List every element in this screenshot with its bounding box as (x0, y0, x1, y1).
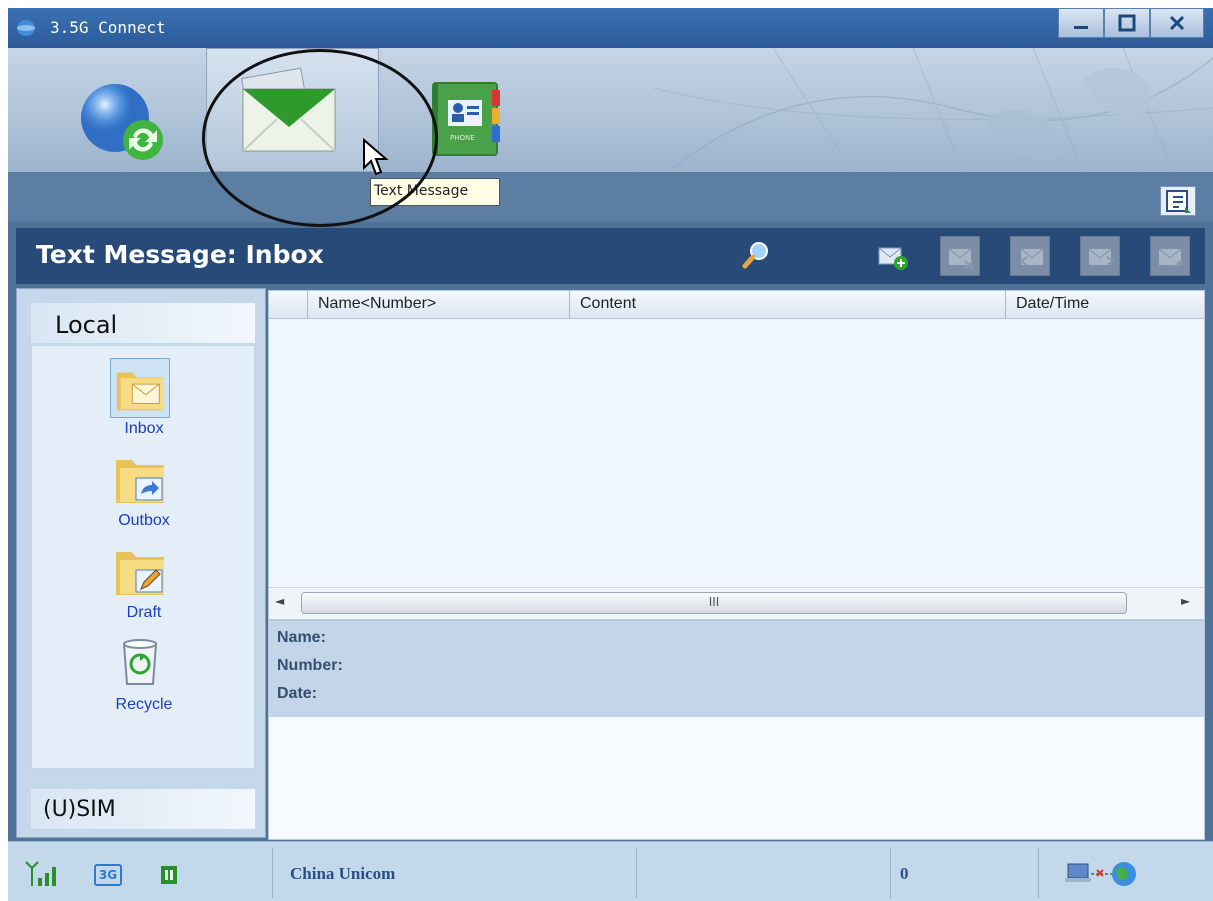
title-bar[interactable]: 3.5G Connect (8, 8, 1213, 48)
scroll-left-arrow-icon[interactable]: ◄ (275, 594, 291, 612)
close-icon (1169, 15, 1185, 31)
local-section-header[interactable]: Local (31, 303, 255, 343)
window-title: 3.5G Connect (50, 18, 166, 37)
panel-layout-icon (1166, 190, 1191, 213)
search-button[interactable] (736, 236, 776, 276)
toolbar-subbar (8, 172, 1213, 222)
resend-icon (1158, 248, 1183, 267)
sidebar-item-label: Inbox (124, 420, 164, 437)
scroll-right-arrow-icon[interactable]: ► (1181, 594, 1197, 612)
detail-date-label: Date: (277, 685, 318, 702)
reply-icon (1019, 248, 1044, 266)
status-separator (1038, 848, 1039, 898)
maximize-button[interactable] (1104, 8, 1150, 38)
detail-number-label: Number: (277, 657, 343, 674)
sidebar-item-label: Draft (126, 604, 162, 621)
list-header: Name<Number> Content Date/Time (269, 291, 1204, 319)
mouse-cursor-icon (363, 138, 389, 176)
maximize-icon (1118, 14, 1136, 32)
forward-button[interactable] (1080, 236, 1120, 276)
sidebar-item-recycle[interactable]: Recycle (32, 634, 256, 724)
search-icon (742, 242, 768, 269)
new-message-icon (878, 247, 908, 270)
folder-list: Inbox Outbox Draft Recycle (31, 345, 255, 769)
delete-message-button[interactable] (940, 236, 980, 276)
draft-folder-icon (116, 552, 164, 595)
column-header-name[interactable]: Name<Number> (307, 291, 569, 319)
sidebar-item-outbox[interactable]: Outbox (32, 450, 256, 540)
sidebar-item-label: Outbox (118, 512, 170, 529)
local-label: Local (55, 311, 118, 339)
status-separator (636, 848, 637, 898)
inbox-folder-icon (110, 358, 170, 418)
world-map-background (653, 48, 1213, 172)
status-separator (272, 848, 273, 898)
phonebook-icon-label: PHONE (450, 134, 475, 142)
message-list: Name<Number> Content Date/Time ◄ III ► (268, 290, 1205, 620)
sidebar-item-inbox[interactable]: Inbox (32, 358, 256, 448)
resend-button[interactable] (1150, 236, 1190, 276)
connection-status-icon (1065, 862, 1136, 886)
forward-icon (1088, 248, 1115, 266)
delete-message-icon (948, 248, 974, 270)
view-toggle-button[interactable] (1160, 186, 1196, 216)
page-title: Text Message: Inbox (36, 240, 324, 269)
scrollbar-grip: III (708, 595, 720, 609)
network-type-badge: 3G (94, 864, 122, 886)
operator-name: China Unicom (290, 864, 396, 883)
minimize-icon (1074, 26, 1088, 29)
main-toolbar: PHONE (8, 48, 1213, 172)
outbox-folder-icon (116, 460, 164, 503)
globe-refresh-icon (81, 84, 163, 160)
sidebar-item-label: Recycle (115, 696, 173, 713)
detail-info-panel: Name: Number: Date: (269, 621, 1204, 717)
message-count: 0 (900, 864, 909, 883)
sim-label: (U)SIM (43, 797, 116, 822)
signal-strength-icon (25, 861, 56, 886)
annotation-circle (202, 49, 438, 227)
minimize-button[interactable] (1058, 8, 1104, 38)
reply-button[interactable] (1010, 236, 1050, 276)
app-window: 3.5G Connect PHONE Text Message Text Mes… (8, 8, 1213, 901)
scrollbar-thumb[interactable]: III (301, 592, 1127, 614)
message-detail: Name: Number: Date: (268, 620, 1205, 840)
sidebar-item-draft[interactable]: Draft (32, 542, 256, 632)
status-bar: 3G China Unicom 0 (8, 841, 1213, 901)
column-header-datetime[interactable]: Date/Time (1005, 291, 1204, 319)
column-header-content[interactable]: Content (569, 291, 1005, 319)
detail-name-label: Name: (277, 629, 326, 646)
folder-sidebar: Local Inbox Outbox Draft Recycle (U)SIM (16, 288, 266, 838)
list-body[interactable] (269, 319, 1204, 587)
recycle-bin-icon (122, 639, 158, 685)
sim-card-icon (161, 866, 177, 884)
section-header: Text Message: Inbox (16, 228, 1205, 284)
sim-section-header[interactable]: (U)SIM (31, 789, 255, 829)
connect-button[interactable] (63, 48, 203, 172)
horizontal-scrollbar[interactable]: ◄ III ► (269, 587, 1204, 617)
app-globe-icon (17, 20, 35, 36)
close-button[interactable] (1150, 8, 1204, 38)
status-separator (890, 848, 891, 898)
new-message-button[interactable] (873, 236, 913, 276)
